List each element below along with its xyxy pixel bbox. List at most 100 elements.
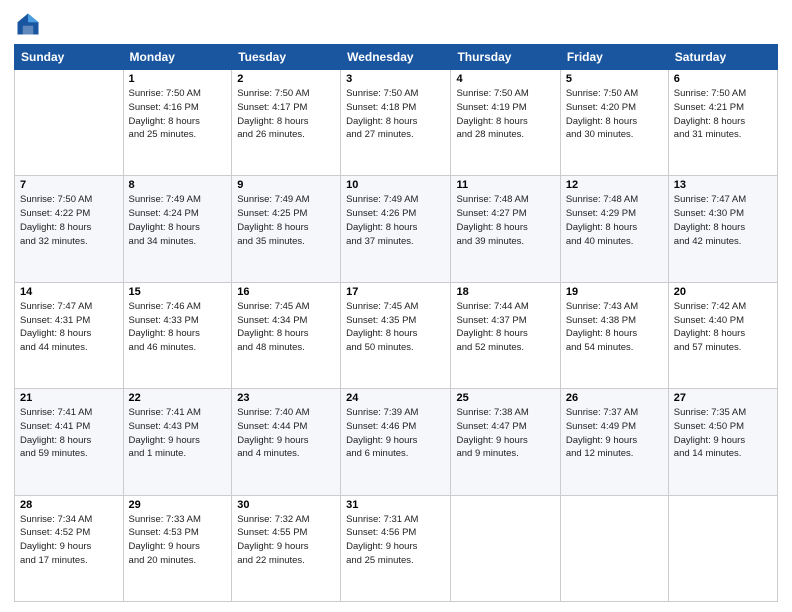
day-info: Sunrise: 7:50 AM Sunset: 4:18 PM Dayligh…	[346, 87, 445, 142]
day-info: Sunrise: 7:31 AM Sunset: 4:56 PM Dayligh…	[346, 513, 445, 568]
calendar-cell: 29 Sunrise: 7:33 AM Sunset: 4:53 PM Dayli…	[123, 495, 232, 601]
day-number: 19	[566, 286, 663, 298]
day-info: Sunrise: 7:33 AM Sunset: 4:53 PM Dayligh…	[129, 513, 227, 568]
calendar-cell: 10 Sunrise: 7:49 AM Sunset: 4:26 PM Dayli…	[341, 176, 451, 282]
day-number: 25	[456, 392, 554, 404]
calendar-cell: 19 Sunrise: 7:43 AM Sunset: 4:38 PM Dayli…	[560, 282, 668, 388]
calendar-cell: 20 Sunrise: 7:42 AM Sunset: 4:40 PM Dayli…	[668, 282, 777, 388]
day-info: Sunrise: 7:48 AM Sunset: 4:29 PM Dayligh…	[566, 193, 663, 248]
day-info: Sunrise: 7:43 AM Sunset: 4:38 PM Dayligh…	[566, 300, 663, 355]
calendar-header-monday: Monday	[123, 45, 232, 70]
calendar-header-thursday: Thursday	[451, 45, 560, 70]
day-info: Sunrise: 7:50 AM Sunset: 4:16 PM Dayligh…	[129, 87, 227, 142]
day-info: Sunrise: 7:50 AM Sunset: 4:22 PM Dayligh…	[20, 193, 118, 248]
day-info: Sunrise: 7:50 AM Sunset: 4:19 PM Dayligh…	[456, 87, 554, 142]
day-number: 7	[20, 179, 118, 191]
day-info: Sunrise: 7:46 AM Sunset: 4:33 PM Dayligh…	[129, 300, 227, 355]
day-number: 28	[20, 499, 118, 511]
day-number: 10	[346, 179, 445, 191]
day-number: 8	[129, 179, 227, 191]
day-info: Sunrise: 7:49 AM Sunset: 4:25 PM Dayligh…	[237, 193, 335, 248]
calendar-cell: 15 Sunrise: 7:46 AM Sunset: 4:33 PM Dayli…	[123, 282, 232, 388]
day-info: Sunrise: 7:48 AM Sunset: 4:27 PM Dayligh…	[456, 193, 554, 248]
day-info: Sunrise: 7:37 AM Sunset: 4:49 PM Dayligh…	[566, 406, 663, 461]
calendar-cell: 28 Sunrise: 7:34 AM Sunset: 4:52 PM Dayli…	[15, 495, 124, 601]
day-number: 26	[566, 392, 663, 404]
calendar-cell: 7 Sunrise: 7:50 AM Sunset: 4:22 PM Daylig…	[15, 176, 124, 282]
calendar-header-row: SundayMondayTuesdayWednesdayThursdayFrid…	[15, 45, 778, 70]
day-number: 24	[346, 392, 445, 404]
day-info: Sunrise: 7:50 AM Sunset: 4:17 PM Dayligh…	[237, 87, 335, 142]
calendar-cell: 25 Sunrise: 7:38 AM Sunset: 4:47 PM Dayli…	[451, 389, 560, 495]
day-number: 3	[346, 73, 445, 85]
calendar-cell: 9 Sunrise: 7:49 AM Sunset: 4:25 PM Daylig…	[232, 176, 341, 282]
calendar-cell: 13 Sunrise: 7:47 AM Sunset: 4:30 PM Dayli…	[668, 176, 777, 282]
calendar-cell: 12 Sunrise: 7:48 AM Sunset: 4:29 PM Dayli…	[560, 176, 668, 282]
calendar-cell: 5 Sunrise: 7:50 AM Sunset: 4:20 PM Daylig…	[560, 70, 668, 176]
day-number: 11	[456, 179, 554, 191]
calendar-cell	[451, 495, 560, 601]
calendar-cell: 16 Sunrise: 7:45 AM Sunset: 4:34 PM Dayli…	[232, 282, 341, 388]
calendar-cell: 3 Sunrise: 7:50 AM Sunset: 4:18 PM Daylig…	[341, 70, 451, 176]
logo-icon	[14, 10, 42, 38]
calendar-table: SundayMondayTuesdayWednesdayThursdayFrid…	[14, 44, 778, 602]
calendar-cell: 22Sunrise: 7:41 AM Sunset: 4:43 PM Dayli…	[123, 389, 232, 495]
day-number: 31	[346, 499, 445, 511]
day-number: 22	[129, 392, 227, 404]
day-number: 21	[20, 392, 118, 404]
day-info: Sunrise: 7:40 AM Sunset: 4:44 PM Dayligh…	[237, 406, 335, 461]
day-number: 5	[566, 73, 663, 85]
calendar-cell: 24 Sunrise: 7:39 AM Sunset: 4:46 PM Dayli…	[341, 389, 451, 495]
calendar-cell: 6Sunrise: 7:50 AM Sunset: 4:21 PM Daylig…	[668, 70, 777, 176]
calendar-week-5: 28 Sunrise: 7:34 AM Sunset: 4:52 PM Dayli…	[15, 495, 778, 601]
calendar-header-saturday: Saturday	[668, 45, 777, 70]
calendar-cell: 17 Sunrise: 7:45 AM Sunset: 4:35 PM Dayli…	[341, 282, 451, 388]
day-info: Sunrise: 7:50 AM Sunset: 4:20 PM Dayligh…	[566, 87, 663, 142]
day-number: 1	[129, 73, 227, 85]
page: SundayMondayTuesdayWednesdayThursdayFrid…	[0, 0, 792, 612]
calendar-cell: 4 Sunrise: 7:50 AM Sunset: 4:19 PM Daylig…	[451, 70, 560, 176]
day-info: Sunrise: 7:49 AM Sunset: 4:26 PM Dayligh…	[346, 193, 445, 248]
day-number: 15	[129, 286, 227, 298]
day-number: 23	[237, 392, 335, 404]
calendar-header-tuesday: Tuesday	[232, 45, 341, 70]
logo	[14, 10, 46, 38]
day-info: Sunrise: 7:49 AM Sunset: 4:24 PM Dayligh…	[129, 193, 227, 248]
day-info: Sunrise: 7:47 AM Sunset: 4:31 PM Dayligh…	[20, 300, 118, 355]
calendar-cell: 8 Sunrise: 7:49 AM Sunset: 4:24 PM Daylig…	[123, 176, 232, 282]
day-number: 29	[129, 499, 227, 511]
day-info: Sunrise: 7:35 AM Sunset: 4:50 PM Dayligh…	[674, 406, 772, 461]
day-number: 12	[566, 179, 663, 191]
day-number: 6	[674, 73, 772, 85]
day-info: Sunrise: 7:47 AM Sunset: 4:30 PM Dayligh…	[674, 193, 772, 248]
calendar-week-1: 1 Sunrise: 7:50 AM Sunset: 4:16 PM Daylig…	[15, 70, 778, 176]
day-info: Sunrise: 7:38 AM Sunset: 4:47 PM Dayligh…	[456, 406, 554, 461]
calendar-cell: 21Sunrise: 7:41 AM Sunset: 4:41 PM Dayli…	[15, 389, 124, 495]
calendar-header-sunday: Sunday	[15, 45, 124, 70]
day-info: Sunrise: 7:45 AM Sunset: 4:35 PM Dayligh…	[346, 300, 445, 355]
calendar-cell: 30 Sunrise: 7:32 AM Sunset: 4:55 PM Dayli…	[232, 495, 341, 601]
calendar-week-2: 7 Sunrise: 7:50 AM Sunset: 4:22 PM Daylig…	[15, 176, 778, 282]
calendar-week-3: 14 Sunrise: 7:47 AM Sunset: 4:31 PM Dayli…	[15, 282, 778, 388]
calendar-cell: 14 Sunrise: 7:47 AM Sunset: 4:31 PM Dayli…	[15, 282, 124, 388]
day-number: 13	[674, 179, 772, 191]
calendar-week-4: 21Sunrise: 7:41 AM Sunset: 4:41 PM Dayli…	[15, 389, 778, 495]
day-number: 14	[20, 286, 118, 298]
day-number: 4	[456, 73, 554, 85]
day-number: 18	[456, 286, 554, 298]
day-number: 16	[237, 286, 335, 298]
calendar-header-wednesday: Wednesday	[341, 45, 451, 70]
day-number: 17	[346, 286, 445, 298]
calendar-cell: 2 Sunrise: 7:50 AM Sunset: 4:17 PM Daylig…	[232, 70, 341, 176]
header	[14, 10, 778, 38]
day-info: Sunrise: 7:42 AM Sunset: 4:40 PM Dayligh…	[674, 300, 772, 355]
day-number: 9	[237, 179, 335, 191]
day-number: 30	[237, 499, 335, 511]
day-info: Sunrise: 7:34 AM Sunset: 4:52 PM Dayligh…	[20, 513, 118, 568]
day-info: Sunrise: 7:45 AM Sunset: 4:34 PM Dayligh…	[237, 300, 335, 355]
calendar-cell: 1 Sunrise: 7:50 AM Sunset: 4:16 PM Daylig…	[123, 70, 232, 176]
day-number: 2	[237, 73, 335, 85]
day-info: Sunrise: 7:32 AM Sunset: 4:55 PM Dayligh…	[237, 513, 335, 568]
day-info: Sunrise: 7:39 AM Sunset: 4:46 PM Dayligh…	[346, 406, 445, 461]
day-number: 20	[674, 286, 772, 298]
